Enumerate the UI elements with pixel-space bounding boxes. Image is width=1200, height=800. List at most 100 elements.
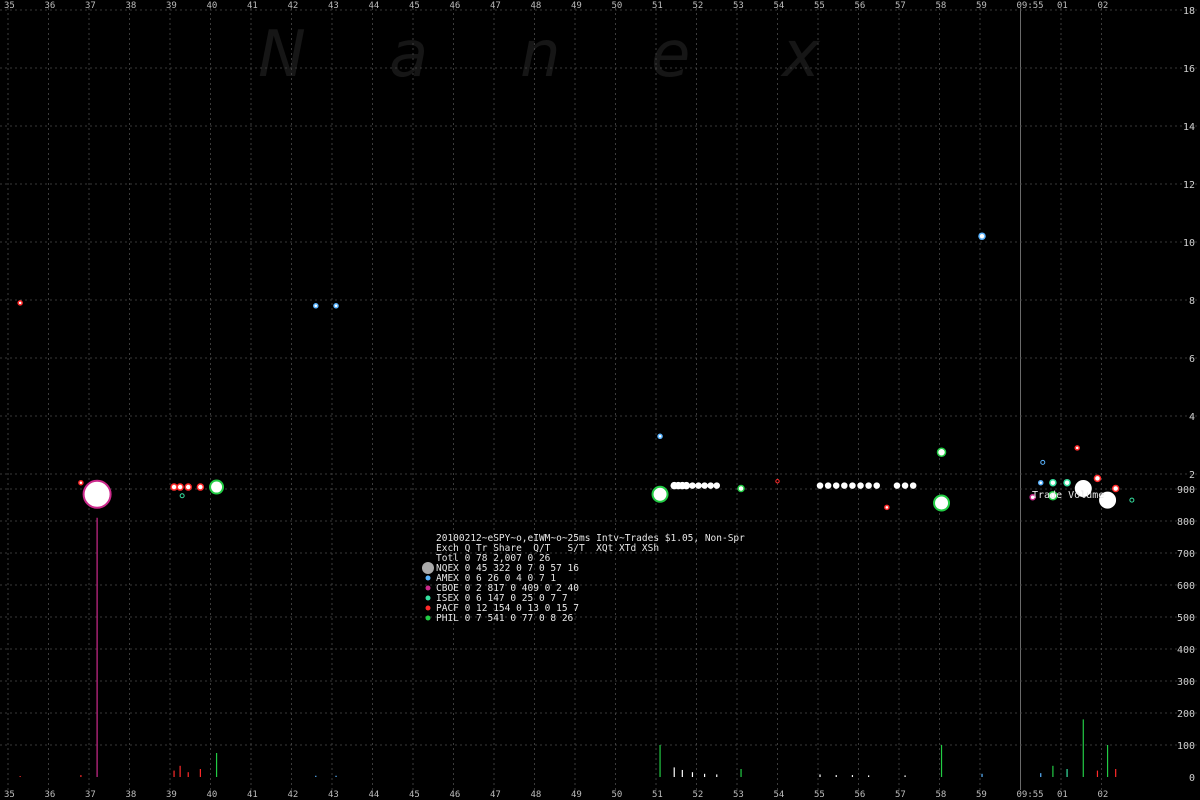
volume-tick-label: 500 (1177, 613, 1195, 624)
x-tick-label: 01 (1057, 1, 1068, 11)
volume-tick-label: 700 (1177, 549, 1195, 560)
x-tick-label: 53 (733, 1, 744, 11)
volume-tick-label: 600 (1177, 581, 1195, 592)
trade-point (909, 482, 917, 489)
x-tick-label: 54 (774, 1, 785, 11)
x-tick-label: 55 (814, 790, 825, 800)
x-tick-label: 57 (895, 790, 906, 800)
x-tick-label: 45 (409, 790, 420, 800)
trade-point (184, 483, 192, 491)
trade-point (737, 484, 745, 493)
x-tick-label: 55 (814, 1, 825, 11)
x-tick-label: 36 (45, 790, 56, 800)
trade-point (1038, 479, 1044, 486)
x-tick-label: 58 (936, 1, 947, 11)
x-tick-label: 40 (207, 1, 218, 11)
volume-tick-label: 100 (1177, 741, 1195, 752)
trade-point (707, 482, 714, 489)
watermark-letter: x (780, 18, 821, 92)
trade-point (849, 482, 856, 489)
trade-point (333, 303, 339, 309)
trade-point (978, 232, 986, 240)
price-tick-label: 4 (1189, 412, 1195, 423)
x-tick-label: 56 (855, 1, 866, 11)
x-tick-label: 42 (288, 790, 299, 800)
x-tick-label: 41 (247, 790, 258, 800)
trade-point (1074, 445, 1080, 451)
trade-point (865, 482, 872, 489)
x-tick-label: 01 (1057, 790, 1068, 800)
x-tick-label: 46 (450, 1, 461, 11)
x-tick-label: 47 (490, 1, 501, 11)
x-tick-label: 49 (571, 1, 582, 11)
trade-point (832, 482, 840, 489)
x-tick-label: 58 (936, 790, 947, 800)
legend-rows: Totl 0 78 2,007 0 26NQEX 0 45 322 0 7 0 … (422, 553, 579, 624)
watermark-letter: n (520, 18, 561, 92)
volume-tick-label: 200 (1177, 709, 1195, 720)
volume-tick-label: 400 (1177, 645, 1195, 656)
trade-point (17, 300, 23, 306)
watermark-letter: a (389, 18, 428, 92)
x-tick-label: 47 (490, 790, 501, 800)
volume-tick-label: 900 (1177, 485, 1195, 496)
legend-marker (425, 585, 431, 591)
x-tick-label: 40 (207, 790, 218, 800)
trade-point (689, 482, 696, 489)
trade-point (176, 483, 184, 491)
x-tick-label: 35 (4, 790, 15, 800)
x-tick-label: 09:55 (1017, 1, 1044, 11)
x-tick-label: 48 (531, 790, 542, 800)
volume-tick-label: 0 (1189, 773, 1195, 784)
trade-point (857, 482, 864, 489)
trade-point (933, 494, 951, 512)
volume-tick-label: 300 (1177, 677, 1195, 688)
price-tick-label: 16 (1183, 64, 1195, 75)
trade-point (816, 482, 824, 489)
trade-point (1111, 484, 1120, 493)
trade-point (170, 483, 178, 491)
x-tick-label: 53 (733, 790, 744, 800)
price-tick-label: 2 (1189, 470, 1195, 481)
trade-point (695, 482, 702, 489)
trade-point (82, 479, 112, 509)
x-tick-label: 46 (450, 790, 461, 800)
price-tick-label: 12 (1183, 180, 1195, 191)
x-tick-label: 39 (166, 790, 177, 800)
x-tick-label: 51 (652, 1, 663, 11)
legend-marker (425, 605, 431, 611)
x-tick-label: 09:55 (1017, 790, 1044, 800)
trade-point (313, 303, 319, 309)
x-tick-label: 52 (693, 790, 704, 800)
price-tick-label: 18 (1183, 6, 1195, 17)
x-tick-label: 02 (1098, 1, 1109, 11)
trade-point (936, 447, 947, 457)
x-tick-label: 36 (45, 1, 56, 11)
x-tick-label: 50 (612, 1, 623, 11)
x-tick-label: 44 (369, 1, 380, 11)
trade-point (701, 482, 708, 489)
x-tick-label: 56 (855, 790, 866, 800)
x-tick-label: 51 (652, 790, 663, 800)
trade-point (873, 482, 880, 489)
trade-point (824, 482, 832, 489)
legend-row: PHIL 0 7 541 0 77 0 8 26 (425, 613, 574, 624)
x-tick-label: 44 (369, 790, 380, 800)
watermark-letter: e (651, 18, 690, 92)
x-tick-label: 49 (571, 790, 582, 800)
trade-point (713, 482, 720, 489)
x-tick-label: 43 (328, 790, 339, 800)
x-tick-label: 42 (288, 1, 299, 11)
x-tick-label: 59 (976, 1, 987, 11)
trade-point (884, 504, 890, 511)
x-tick-label: 59 (976, 790, 987, 800)
legend-row-text: PHIL 0 7 541 0 77 0 8 26 (436, 613, 574, 624)
trade-point (1049, 478, 1057, 487)
watermark-letter: N (258, 18, 306, 92)
trade-point (78, 479, 84, 486)
x-tick-label: 02 (1098, 790, 1109, 800)
x-tick-label: 52 (693, 1, 704, 11)
x-tick-label: 38 (126, 1, 137, 11)
trades-chart: Nanex 35 36 37 38 39 40 41 42 43 44 45 46 47 48 49 50 51… (0, 0, 1200, 800)
trade-point (1093, 474, 1102, 483)
